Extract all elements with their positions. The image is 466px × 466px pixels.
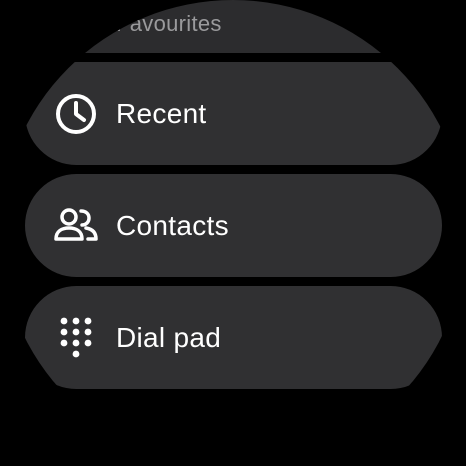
- menu-item-label: Dial pad: [116, 321, 222, 353]
- menu-item-label: Recent: [116, 97, 207, 129]
- menu-item-contacts[interactable]: Contacts: [25, 174, 442, 277]
- menu-list[interactable]: Favourites Recent Contacts Dial pad: [0, 0, 466, 466]
- menu-item-label: Favourites: [116, 10, 222, 36]
- clock-icon: [53, 91, 99, 137]
- people-icon: [53, 203, 99, 249]
- menu-item-label: Contacts: [116, 209, 229, 241]
- dialpad-icon: [53, 315, 99, 361]
- menu-item-recent[interactable]: Recent: [25, 62, 442, 165]
- watch-screen: Favourites Recent Contacts Dial pad: [0, 0, 466, 466]
- menu-item-dialpad[interactable]: Dial pad: [25, 286, 442, 389]
- menu-item-favourites[interactable]: Favourites: [25, 0, 442, 53]
